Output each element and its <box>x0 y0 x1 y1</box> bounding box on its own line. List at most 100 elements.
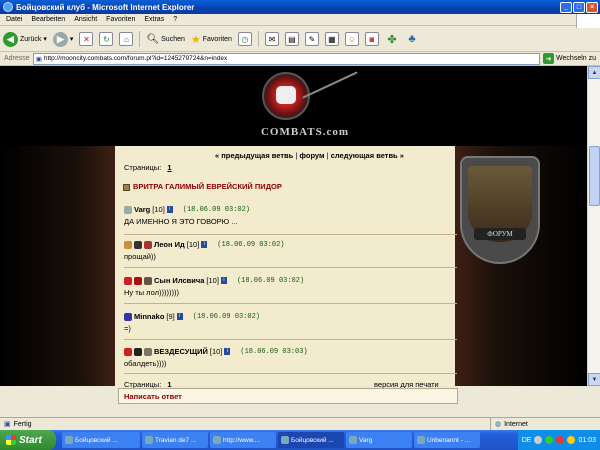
maximize-button[interactable]: □ <box>573 1 585 13</box>
post-author[interactable]: Varg <box>134 205 150 214</box>
post-author[interactable]: Minnako <box>134 312 164 321</box>
scroll-up-icon[interactable]: ▲ <box>588 66 600 79</box>
tray-icon[interactable] <box>567 436 576 444</box>
zone-text: Internet <box>504 420 528 428</box>
site-banner: COMBATS.com <box>0 66 587 146</box>
forum-link[interactable]: форум <box>299 151 324 160</box>
rank-icon <box>144 276 152 285</box>
close-button[interactable]: × <box>586 1 598 13</box>
menu-favoriten[interactable]: Favoriten <box>106 16 135 23</box>
refresh-icon[interactable]: ↻ <box>99 32 114 46</box>
align-icon <box>134 276 142 285</box>
language-indicator[interactable]: DE <box>522 437 532 444</box>
favorites-label: Favoriten <box>202 35 232 43</box>
info-icon[interactable]: i <box>176 313 183 320</box>
rank-icon <box>144 240 152 249</box>
task-list: Бойцовский ... Travian de7 ... http://ww… <box>62 432 518 448</box>
post-divider <box>124 373 457 374</box>
menu-bar: Datei Bearbeiten Ansicht Favoriten Extra… <box>0 14 600 26</box>
system-tray: DE 01:03 <box>517 430 600 450</box>
address-bar: Adresse ▣ http://mooncity.combats.com/fo… <box>0 52 600 66</box>
stop-icon[interactable]: ✕ <box>79 32 94 46</box>
post-author[interactable]: Сын Илсвича <box>154 276 204 285</box>
task-item[interactable]: Бойцовский ... <box>62 432 140 448</box>
post-level: [10] <box>186 240 200 249</box>
post-level: [10] <box>152 205 165 214</box>
post-divider <box>124 339 457 340</box>
back-label: Zurück <box>20 35 42 43</box>
task-item[interactable]: http://www.... <box>210 432 276 448</box>
pages-label: Страницы: <box>124 163 162 172</box>
sword-icon <box>302 71 358 99</box>
task-item[interactable]: Travian de7 ... <box>142 432 208 448</box>
users-icon[interactable]: ♣ <box>405 32 419 46</box>
task-item[interactable]: Бойцовский ... <box>278 432 344 448</box>
favorites-button[interactable]: ★ Favoriten <box>191 33 232 46</box>
mail-icon[interactable]: ✉ <box>264 32 279 46</box>
print-icon[interactable]: ▤ <box>284 32 299 46</box>
clover-icon[interactable]: ✤ <box>385 32 399 46</box>
post-level: [9] <box>166 312 175 321</box>
menu-datei[interactable]: Datei <box>6 16 22 23</box>
post-date: (18.06.09 03:02) <box>182 205 250 214</box>
forum-post: Minnako [9] i (18.06.09 03:02) =) <box>124 312 457 333</box>
menu-bearbeiten[interactable]: Bearbeiten <box>31 16 65 23</box>
post-body: прощай)) <box>124 252 156 261</box>
search-icon: 🔍︎ <box>146 33 160 45</box>
left-decoration <box>0 146 112 386</box>
post-body: Ну ты лол)))))))) <box>124 288 179 297</box>
clan-icon <box>124 205 132 214</box>
forward-button[interactable]: ▶ ▾ <box>52 31 74 47</box>
messenger-icon[interactable]: ☺ <box>344 32 359 46</box>
scroll-down-icon[interactable]: ▼ <box>588 373 600 386</box>
window-icon <box>145 436 153 444</box>
info-icon[interactable]: i <box>201 241 208 248</box>
menu-ansicht[interactable]: Ansicht <box>74 16 97 23</box>
tray-icon[interactable] <box>556 436 565 444</box>
home-icon[interactable]: ⌂ <box>119 32 134 46</box>
research-icon[interactable]: ◙ <box>364 32 379 46</box>
page-link[interactable]: 1 <box>167 163 171 172</box>
tray-icon[interactable] <box>534 436 543 444</box>
next-thread-link[interactable]: следующая ветвь » <box>331 151 404 160</box>
info-icon[interactable]: i <box>224 348 231 355</box>
post-body: ДА ИМЕННО Я ЭТО ГОВОРЮ ... <box>124 217 238 226</box>
address-input[interactable]: ▣ http://mooncity.combats.com/forum.pl?i… <box>32 52 541 65</box>
minimize-button[interactable]: _ <box>560 1 572 13</box>
chevron-down-icon[interactable]: ▾ <box>70 35 74 43</box>
task-item[interactable]: Unbenannt - ... <box>414 432 480 448</box>
toolbar-separator <box>257 31 259 47</box>
forum-post: Varg [10] i (18.06.09 03:02) ДА ИМЕННО Я… <box>124 205 457 226</box>
start-button[interactable]: Start <box>0 430 56 450</box>
address-url: http://mooncity.combats.com/forum.pl?id=… <box>43 55 228 62</box>
reply-title: Написать ответ <box>124 392 182 401</box>
chevron-down-icon[interactable]: ▾ <box>43 35 47 43</box>
post-author[interactable]: ВЕЗДЕСУЩИЙ <box>154 347 208 356</box>
pages-row: Страницы: 1 <box>124 163 172 172</box>
task-item[interactable]: Varg <box>346 432 412 448</box>
search-button[interactable]: 🔍︎ Suchen <box>146 34 184 45</box>
edit-icon[interactable]: ✎ <box>304 32 319 46</box>
history-icon[interactable]: ◷ <box>237 32 252 46</box>
forum-shield[interactable]: ФОРУМ <box>460 156 540 264</box>
post-author[interactable]: Леон Ид <box>154 240 185 249</box>
post-body: обалдеть)))) <box>124 359 167 368</box>
rank-icon <box>144 347 152 356</box>
menu-extras[interactable]: Extras <box>144 16 164 23</box>
go-button[interactable]: ➜ Wechseln zu <box>543 53 600 64</box>
info-icon[interactable]: i <box>166 206 173 213</box>
scroll-thumb[interactable] <box>589 146 600 206</box>
back-button[interactable]: ◀ Zurück ▾ <box>3 31 47 47</box>
tray-icon[interactable] <box>545 436 554 444</box>
post-date: (18.06.09 03:02) <box>236 276 305 285</box>
info-icon[interactable]: i <box>220 277 227 284</box>
prev-thread-link[interactable]: « предыдущая ветвь <box>215 151 293 160</box>
status-bar: ▣ Fertig ◍ Internet <box>0 417 600 431</box>
vertical-scrollbar[interactable]: ▲ ▼ <box>587 66 600 386</box>
post-divider <box>124 303 457 304</box>
discuss-icon[interactable]: ▦ <box>324 32 339 46</box>
toolbar: ◀ Zurück ▾ ▶ ▾ ✕ ↻ ⌂ 🔍︎ Suchen ★ Favorit… <box>0 27 600 52</box>
window-title: Бойцовский клуб - Microsoft Internet Exp… <box>16 2 195 12</box>
menu-help[interactable]: ? <box>173 16 177 23</box>
clan-icon <box>124 276 132 285</box>
